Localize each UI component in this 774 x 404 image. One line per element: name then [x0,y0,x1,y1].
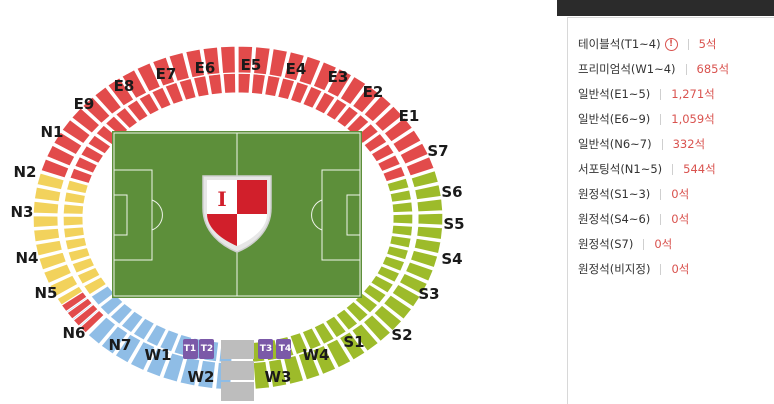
seat-row-count: 0석 [671,212,690,226]
divider [643,238,645,250]
section-label-t1: T1 [184,344,196,354]
seat-block-south[interactable] [416,198,444,213]
seat-block-north[interactable] [62,203,85,216]
section-label-n6: N6 [63,324,86,342]
seat-row-name: 테이블석(T1~4) [578,37,661,51]
seat-block-north[interactable] [62,226,86,239]
section-label-s4: S4 [441,250,462,268]
seat-block-south[interactable] [417,212,444,226]
info-icon[interactable]: ! [664,37,678,51]
seat-block-north[interactable] [32,227,61,243]
section-label-n5: N5 [35,284,58,302]
seat-row-count: 5석 [698,37,717,51]
seat-block-north[interactable] [32,200,60,215]
center-gray-block [221,361,254,380]
seat-row-name: 프리미엄석(W1~4) [578,62,676,76]
seat-row-supporters[interactable]: 서포팅석(N1~5) 544석 [578,160,716,178]
section-label-e7: E7 [156,65,177,83]
seat-category-list: 테이블석(T1~4) ! 5석 프리미엄석(W1~4) 685석 일반석(E1~… [567,17,774,404]
seat-row-away-s7[interactable]: 원정석(S7) 0석 [578,235,672,253]
section-label-t4: T4 [279,344,291,354]
seat-row-count: 332석 [672,137,706,151]
seat-block-north[interactable] [62,215,84,227]
section-label-e6: E6 [195,59,216,77]
seat-row-count: 1,059석 [671,112,715,126]
seat-row-count: 0석 [671,187,690,201]
section-label-w1: W1 [145,346,172,364]
seat-row-general-e6-9[interactable]: 일반석(E6~9) 1,059석 [578,110,715,128]
section-label-w3: W3 [265,368,292,386]
section-label-w4: W4 [303,346,330,364]
panel-header-bar [557,0,774,16]
seat-row-away-unassigned[interactable]: 원정석(비지정) 0석 [578,260,689,278]
seat-row-table[interactable]: 테이블석(T1~4) ! 5석 [578,35,717,53]
section-label-s3: S3 [418,285,439,303]
section-label-e1: E1 [399,107,420,125]
center-gray-block [221,382,254,401]
center-gray-block [221,340,254,359]
divider [660,188,662,200]
section-label-e8: E8 [114,77,135,95]
divider [672,163,674,175]
seat-row-name: 원정석(S4~6) [578,212,651,226]
section-label-n1: N1 [41,123,64,141]
seat-row-away-s1-3[interactable]: 원정석(S1~3) 0석 [578,185,689,203]
seat-row-name: 일반석(E6~9) [578,112,651,126]
seat-block-north[interactable] [63,191,87,205]
seat-summary-panel: 테이블석(T1~4) ! 5석 프리미엄석(W1~4) 685석 일반석(E1~… [557,0,774,404]
divider [660,213,662,225]
seat-block-east[interactable] [237,72,252,94]
divider [660,88,662,100]
seat-row-name: 일반석(N6~7) [578,137,652,151]
seat-block-south[interactable] [392,213,414,225]
divider [661,138,663,150]
divider [687,38,689,50]
seat-block-south[interactable] [415,225,444,241]
section-label-t3: T3 [260,344,272,354]
seat-row-count: 685석 [696,62,730,76]
stadium-seat-map: I E9 E8 E7 E6 E5 E4 E3 E2 E1 N1 N2 N3 N4 N5 N6 N7 S7 S6 S5… [11,45,465,401]
section-label-n3: N3 [11,203,34,221]
seat-block-east[interactable] [222,72,237,95]
section-label-n2: N2 [14,163,37,181]
divider [685,63,687,75]
seat-row-away-s4-6[interactable]: 원정석(S4~6) 0석 [578,210,689,228]
seat-row-general-e1-5[interactable]: 일반석(E1~5) 1,271석 [578,85,715,103]
section-label-s2: S2 [391,326,412,344]
seat-block-south[interactable] [391,201,414,214]
seat-row-general-n6-7[interactable]: 일반석(N6~7) 332석 [578,135,705,153]
seat-row-name: 서포팅석(N1~5) [578,162,663,176]
seat-row-name: 원정석(S7) [578,237,634,251]
section-label-s6: S6 [441,183,462,201]
crest-letter: I [217,187,226,211]
divider [660,263,662,275]
seat-row-premium[interactable]: 프리미엄석(W1~4) 685석 [578,60,729,78]
section-label-e4: E4 [286,60,307,78]
pitch: I [112,131,362,298]
section-label-s5: S5 [443,215,464,233]
seat-row-name: 원정석(S1~3) [578,187,651,201]
seat-block-north[interactable] [32,214,59,229]
section-label-w2: W2 [188,368,215,386]
section-label-e2: E2 [363,83,384,101]
section-label-e5: E5 [241,56,262,74]
section-label-s7: S7 [427,142,448,160]
seat-block-east[interactable] [219,45,237,75]
seat-block-east[interactable] [250,72,267,96]
seat-row-name: 일반석(E1~5) [578,87,651,101]
seat-row-name: 원정석(비지정) [578,262,651,276]
seat-row-count: 1,271석 [671,87,715,101]
seat-block-south[interactable] [391,224,414,237]
section-label-s1: S1 [343,333,364,351]
section-label-e3: E3 [328,68,349,86]
section-label-e9: E9 [74,95,95,113]
seat-row-count: 544석 [683,162,716,176]
section-label-n7: N7 [109,336,132,354]
seat-row-count: 0석 [654,237,673,251]
divider [660,113,662,125]
seat-row-count: 0석 [671,262,690,276]
section-label-n4: N4 [16,249,39,267]
section-label-t2: T2 [201,344,213,354]
